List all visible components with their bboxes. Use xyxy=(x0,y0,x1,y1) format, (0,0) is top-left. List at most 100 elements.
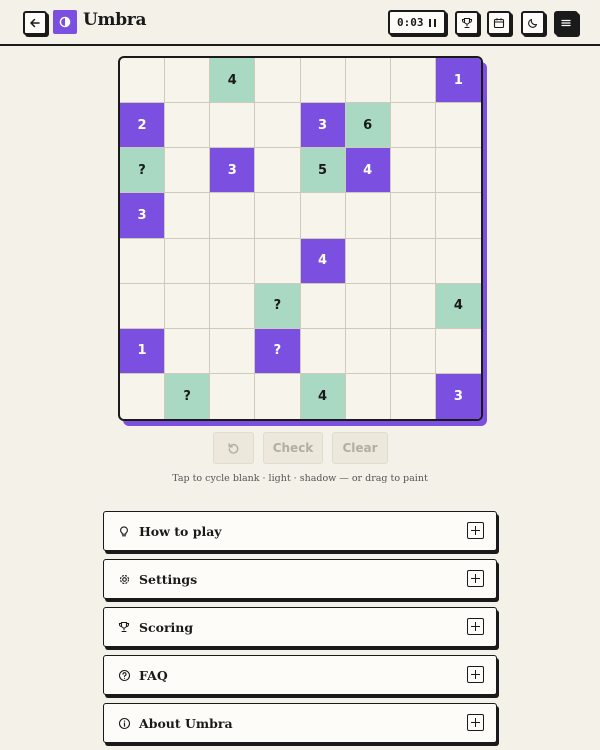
section-about[interactable]: About Umbra xyxy=(103,703,497,743)
board-cell[interactable]: 3 xyxy=(210,148,256,194)
section-settings[interactable]: Settings xyxy=(103,559,497,599)
board-cell[interactable] xyxy=(165,193,211,239)
board-cell[interactable] xyxy=(120,58,166,104)
board-cell[interactable]: 3 xyxy=(435,373,481,419)
section-how-to-play[interactable]: How to play xyxy=(103,511,497,551)
leaderboard-button[interactable] xyxy=(455,11,479,35)
board-cell[interactable] xyxy=(120,238,166,284)
archive-button[interactable] xyxy=(487,11,511,35)
board-cell[interactable]: 3 xyxy=(120,193,166,239)
lightbulb-icon xyxy=(117,524,131,538)
board-cell[interactable] xyxy=(435,148,481,194)
expand-plus-icon[interactable] xyxy=(467,714,484,731)
board-cell[interactable] xyxy=(210,103,256,149)
board-cell[interactable]: 1 xyxy=(120,328,166,374)
app-header: Umbra 0:03 xyxy=(0,0,600,46)
section-scoring[interactable]: Scoring xyxy=(103,607,497,647)
expand-plus-icon[interactable] xyxy=(467,570,484,587)
board-cell[interactable]: ? xyxy=(255,283,301,329)
timer-value: 0:03 xyxy=(397,16,424,29)
board-cell[interactable] xyxy=(390,58,436,104)
gear-icon xyxy=(117,572,131,586)
brand-name: Umbra xyxy=(83,10,147,30)
board-cell[interactable] xyxy=(210,328,256,374)
board-cell[interactable] xyxy=(300,283,346,329)
board-cell[interactable]: 5 xyxy=(300,148,346,194)
board-cell[interactable]: 2 xyxy=(120,103,166,149)
board-cell[interactable] xyxy=(120,373,166,419)
undo-icon xyxy=(228,442,239,454)
board-cell[interactable] xyxy=(435,329,481,374)
board-cell[interactable] xyxy=(300,58,346,104)
board-cell[interactable] xyxy=(435,239,481,284)
board-cell[interactable] xyxy=(165,148,211,194)
board-cell[interactable]: ? xyxy=(120,148,166,194)
board-cell[interactable] xyxy=(390,328,436,374)
menu-button[interactable] xyxy=(554,11,578,35)
moon-icon xyxy=(528,18,538,28)
board-cell[interactable] xyxy=(345,238,391,284)
section-label: FAQ xyxy=(139,667,168,683)
board-cell[interactable]: 4 xyxy=(300,373,346,419)
board-cell[interactable] xyxy=(390,103,436,149)
board-cell[interactable] xyxy=(255,373,301,419)
hamburger-icon xyxy=(561,19,571,27)
undo-button[interactable] xyxy=(213,432,254,464)
board-cell[interactable]: ? xyxy=(255,328,301,374)
board-cell[interactable]: 4 xyxy=(345,148,391,194)
board-cell[interactable] xyxy=(345,283,391,329)
board-cell[interactable] xyxy=(165,58,211,104)
board-cell[interactable] xyxy=(255,193,301,239)
board-cell[interactable]: 4 xyxy=(300,238,346,284)
board-cell[interactable] xyxy=(390,193,436,239)
board-cell[interactable] xyxy=(255,58,301,104)
back-button[interactable] xyxy=(23,11,47,35)
board-cell[interactable] xyxy=(435,103,481,149)
check-button[interactable]: Check xyxy=(263,432,323,464)
board-cell[interactable]: ? xyxy=(165,373,211,419)
board-cell[interactable] xyxy=(346,373,391,419)
board-cell[interactable] xyxy=(165,238,211,284)
board-cell[interactable]: 4 xyxy=(210,58,256,104)
board-cell[interactable] xyxy=(120,283,166,329)
board-cell[interactable] xyxy=(165,103,211,149)
board-cell[interactable] xyxy=(300,328,346,374)
board-cell[interactable] xyxy=(345,58,391,104)
info-circle-icon xyxy=(117,716,131,730)
calendar-icon xyxy=(493,18,505,29)
board-cell[interactable] xyxy=(255,148,301,194)
board-cell[interactable] xyxy=(255,103,301,149)
expand-plus-icon[interactable] xyxy=(467,618,484,635)
logo xyxy=(53,10,77,34)
board-cell[interactable] xyxy=(390,238,436,284)
board-cell[interactable] xyxy=(300,193,346,239)
board-cell[interactable] xyxy=(345,193,391,239)
board-cell[interactable] xyxy=(345,328,391,374)
question-circle-icon xyxy=(117,668,131,682)
section-label: Scoring xyxy=(139,619,194,635)
board-cell[interactable] xyxy=(165,328,211,374)
board-cell[interactable] xyxy=(165,283,211,329)
board-cell[interactable] xyxy=(255,238,301,284)
board-cell[interactable] xyxy=(391,373,436,419)
board-cell[interactable]: 4 xyxy=(435,283,481,329)
board-cell[interactable] xyxy=(390,148,436,194)
pause-icon[interactable] xyxy=(429,19,436,27)
clear-button[interactable]: Clear xyxy=(332,432,388,464)
board-cell[interactable]: 1 xyxy=(435,58,481,104)
expand-plus-icon[interactable] xyxy=(467,666,484,683)
expand-plus-icon[interactable] xyxy=(467,522,484,539)
board-cell[interactable] xyxy=(210,283,256,329)
board-cell[interactable] xyxy=(390,283,436,329)
arrow-left-icon xyxy=(30,18,40,28)
board-cell[interactable]: 3 xyxy=(300,103,346,149)
board-cell[interactable] xyxy=(435,193,481,239)
board-cell[interactable] xyxy=(210,238,256,284)
timer[interactable]: 0:03 xyxy=(388,10,446,35)
section-faq[interactable]: FAQ xyxy=(103,655,497,695)
board-cell[interactable] xyxy=(210,373,256,419)
theme-toggle-button[interactable] xyxy=(521,11,545,35)
board-cell[interactable] xyxy=(210,193,256,239)
board-cell[interactable]: 6 xyxy=(345,103,391,149)
puzzle-board[interactable]: 4 1 2 3 6? 3 5 4 3 4? 4 1?? 4 3 xyxy=(118,56,483,421)
